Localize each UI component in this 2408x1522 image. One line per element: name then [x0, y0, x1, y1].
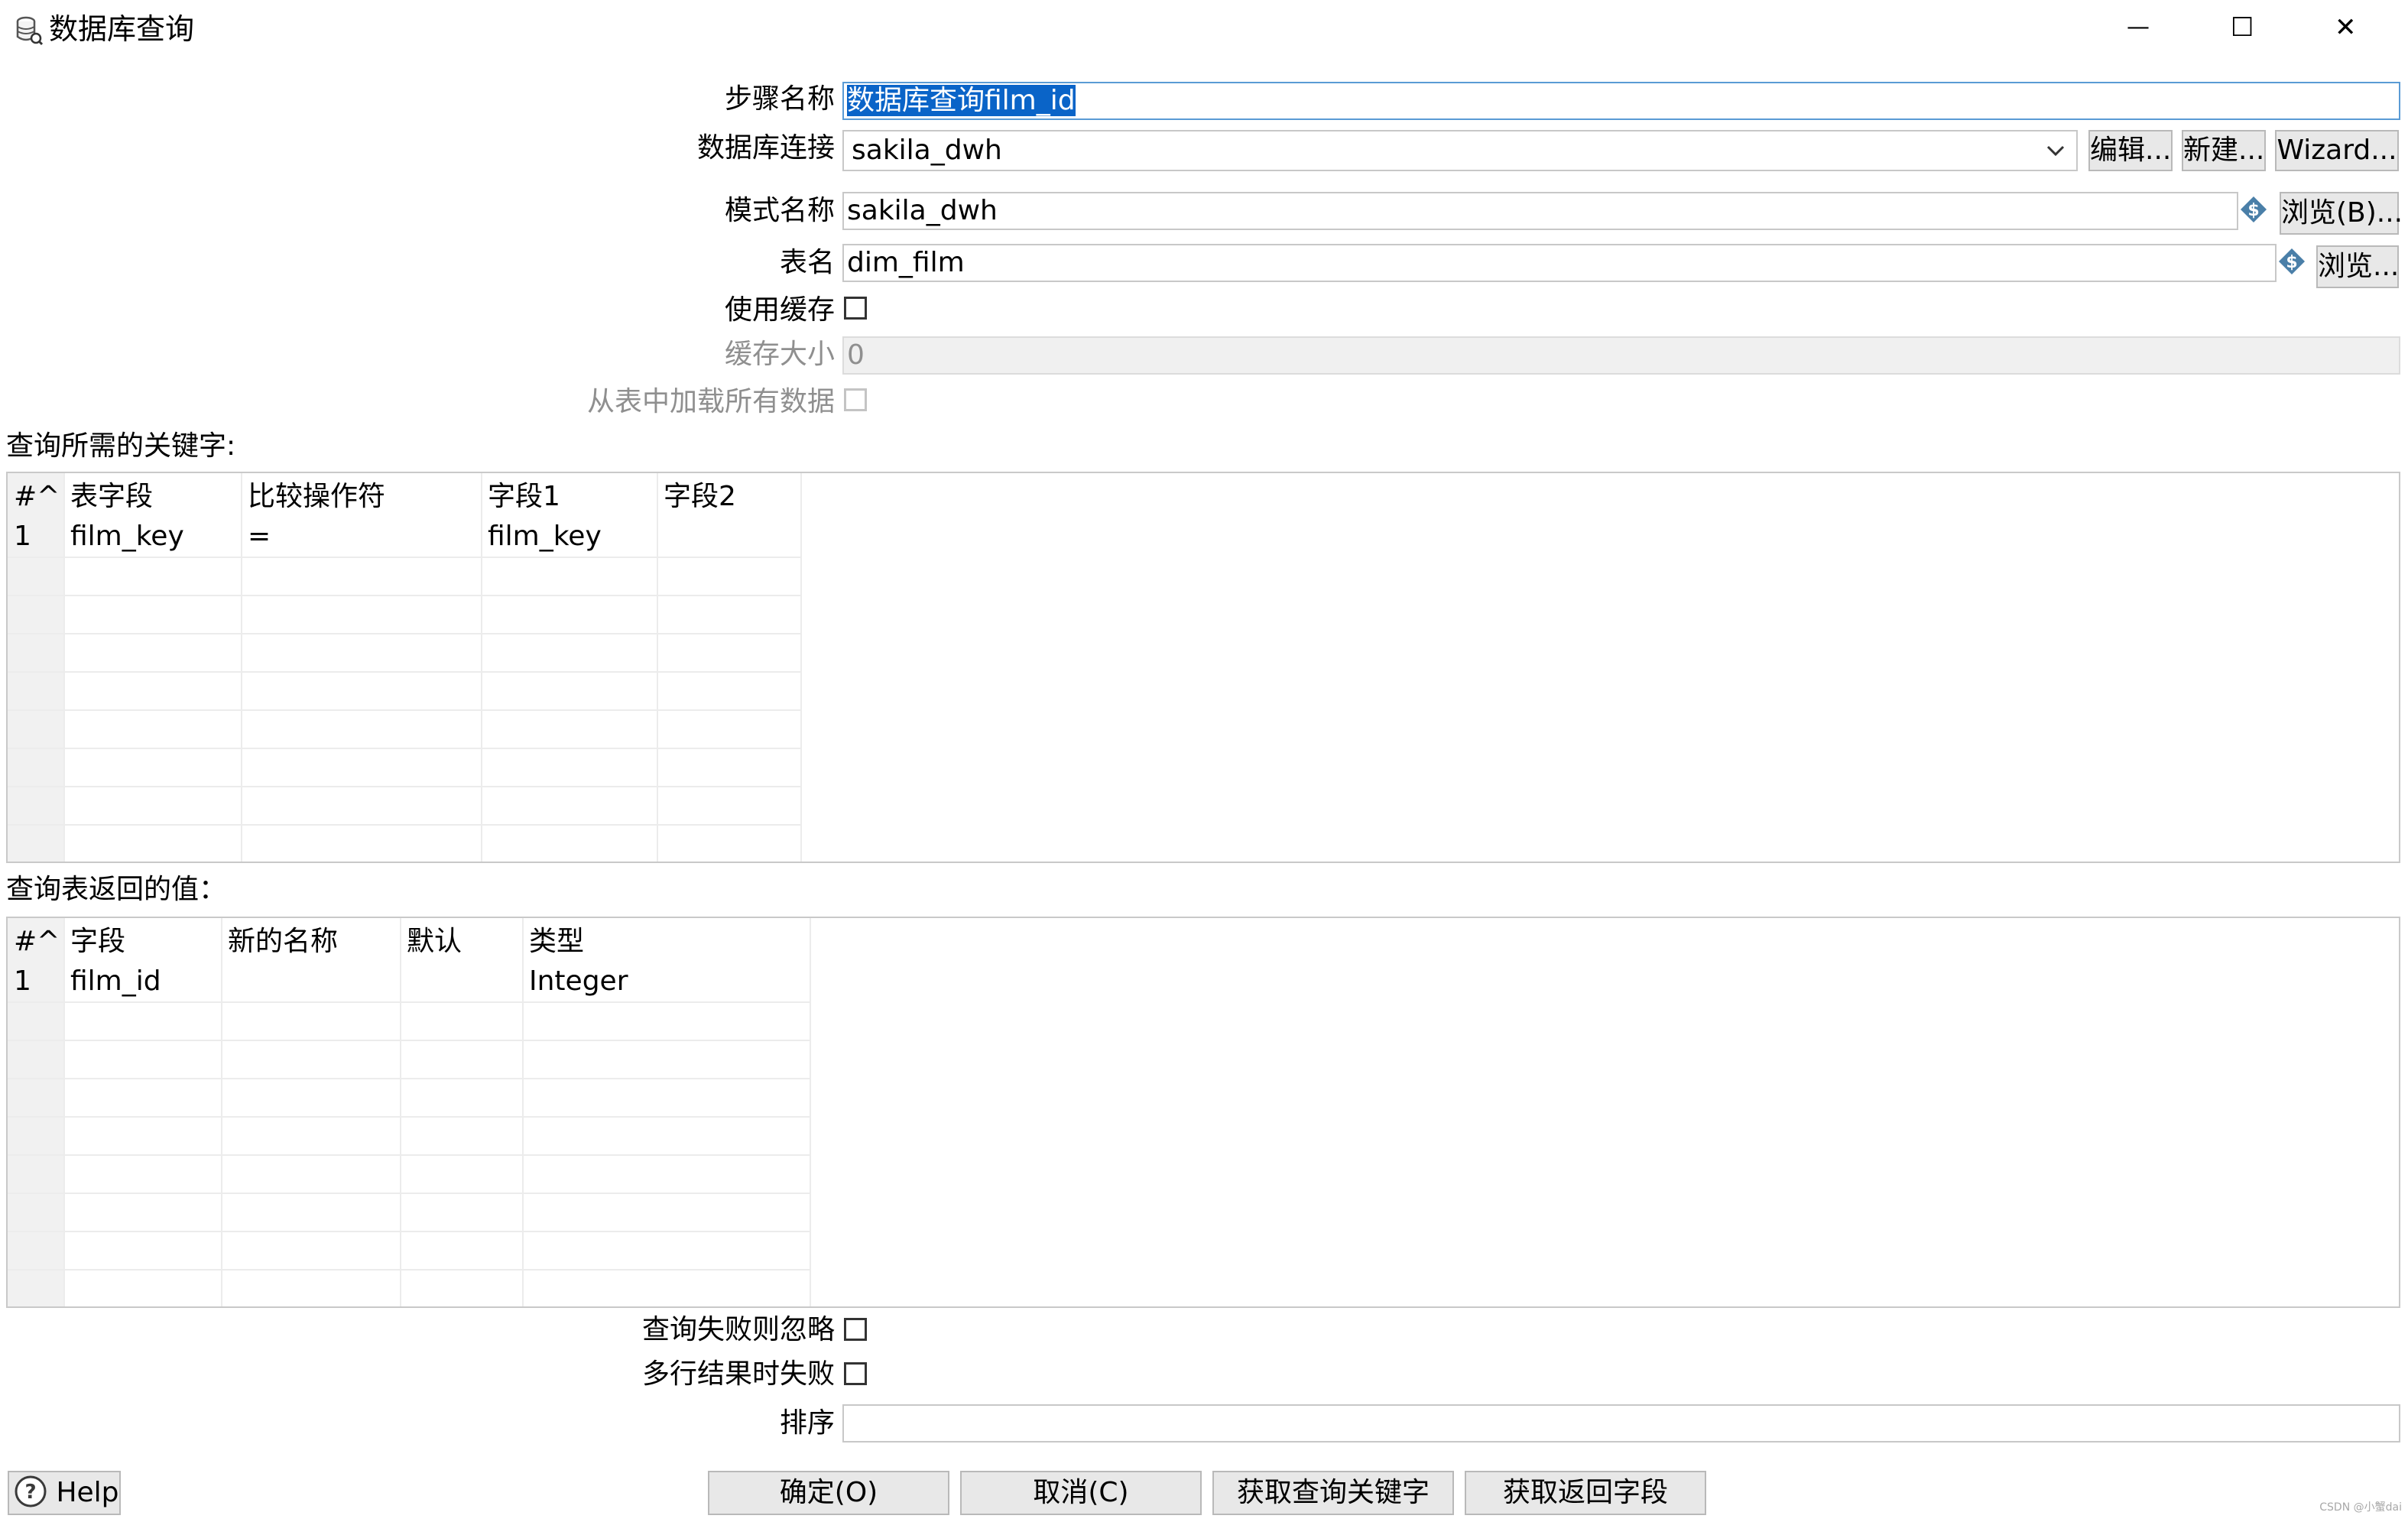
- window-title: 数据库查询: [49, 12, 195, 46]
- ok-button[interactable]: 确定(O): [708, 1471, 949, 1515]
- browse-table-button[interactable]: 浏览...: [2316, 245, 2399, 288]
- variable-icon[interactable]: $: [2278, 248, 2306, 275]
- order-by-input[interactable]: [842, 1404, 2400, 1442]
- variable-icon[interactable]: $: [2240, 196, 2267, 223]
- schema-label: 模式名称: [724, 195, 835, 226]
- keys-table-grid: [8, 473, 802, 862]
- return-col-new-name[interactable]: 新的名称: [228, 923, 338, 961]
- cancel-button[interactable]: 取消(C): [960, 1471, 1202, 1515]
- minimize-icon[interactable]: —: [2127, 9, 2150, 46]
- cache-size-value: 0: [847, 339, 865, 371]
- help-label: Help: [56, 1477, 119, 1508]
- fail-ignore-checkbox[interactable]: [844, 1318, 867, 1341]
- keys-table[interactable]: #^ 表字段 比较操作符 字段1 字段2 1 film_key = film_k…: [6, 472, 2400, 863]
- get-keys-button[interactable]: 获取查询关键字: [1212, 1471, 1454, 1515]
- title-bar: 数据库查询 — ☐ ✕: [0, 0, 2408, 58]
- watermark: CSDN @小蟹dai: [2319, 1501, 2402, 1514]
- return-col-field[interactable]: 字段: [70, 923, 125, 961]
- fail-ignore-label: 查询失败则忽略: [641, 1314, 835, 1345]
- return-row-type[interactable]: Integer: [529, 962, 628, 1001]
- table-label: 表名: [779, 247, 835, 278]
- new-connection-button[interactable]: 新建...: [2182, 130, 2266, 171]
- database-icon: [16, 16, 43, 46]
- keys-row-field1[interactable]: film_key: [488, 518, 602, 556]
- chevron-down-icon[interactable]: [2046, 142, 2066, 159]
- return-col-default[interactable]: 默认: [407, 923, 462, 961]
- order-by-label: 排序: [779, 1407, 835, 1439]
- table-input[interactable]: dim_film: [842, 244, 2277, 282]
- return-section-title: 查询表返回的值：: [6, 874, 227, 905]
- return-col-type[interactable]: 类型: [529, 923, 584, 961]
- return-table-grid: [8, 918, 811, 1306]
- keys-col-num[interactable]: #^: [14, 478, 60, 516]
- step-name-label: 步骤名称: [724, 83, 835, 115]
- help-button[interactable]: ? Help: [8, 1471, 121, 1515]
- keys-row-table-field[interactable]: film_key: [70, 518, 184, 556]
- edit-connection-button[interactable]: 编辑...: [2088, 130, 2173, 171]
- load-all-label: 从表中加载所有数据: [586, 386, 835, 417]
- db-connection-label: 数据库连接: [696, 132, 835, 164]
- maximize-icon[interactable]: ☐: [2231, 9, 2254, 46]
- keys-row-operator[interactable]: =: [248, 518, 271, 556]
- return-row-field[interactable]: film_id: [70, 962, 161, 1001]
- keys-section-title: 查询所需的关键字:: [6, 430, 236, 462]
- load-all-checkbox: [844, 388, 867, 411]
- svg-text:$: $: [2286, 253, 2297, 272]
- table-value: dim_film: [847, 247, 965, 278]
- return-row-num: 1: [14, 965, 31, 997]
- svg-text:$: $: [2247, 201, 2259, 220]
- multi-fail-checkbox[interactable]: [844, 1362, 867, 1385]
- step-name-selected-text: 数据库查询film_id: [847, 85, 1076, 116]
- browse-schema-button[interactable]: 浏览(B)...: [2280, 192, 2403, 235]
- svg-text:?: ?: [24, 1481, 36, 1504]
- help-icon: ?: [15, 1475, 47, 1507]
- schema-input[interactable]: sakila_dwh: [842, 192, 2238, 230]
- keys-col-operator[interactable]: 比较操作符: [248, 478, 385, 516]
- wizard-button[interactable]: Wizard...: [2275, 130, 2399, 171]
- return-col-num[interactable]: #^: [14, 923, 60, 961]
- step-name-input[interactable]: 数据库查询film_id: [842, 82, 2400, 120]
- db-connection-select[interactable]: sakila_dwh: [842, 130, 2078, 171]
- cache-size-input: 0: [842, 336, 2400, 375]
- use-cache-checkbox[interactable]: [844, 297, 867, 320]
- schema-value: sakila_dwh: [847, 195, 998, 226]
- multi-fail-label: 多行结果时失败: [641, 1358, 835, 1390]
- close-icon[interactable]: ✕: [2335, 9, 2357, 46]
- db-connection-value: sakila_dwh: [852, 135, 1002, 166]
- cache-size-label: 缓存大小: [724, 339, 835, 370]
- get-return-fields-button[interactable]: 获取返回字段: [1465, 1471, 1706, 1515]
- use-cache-label: 使用缓存: [724, 294, 835, 326]
- keys-col-table-field[interactable]: 表字段: [70, 478, 153, 516]
- keys-row-num: 1: [14, 521, 31, 552]
- keys-col-field2[interactable]: 字段2: [664, 478, 736, 516]
- return-table[interactable]: #^ 字段 新的名称 默认 类型 1 film_id Integer: [6, 917, 2400, 1308]
- keys-col-field1[interactable]: 字段1: [488, 478, 560, 516]
